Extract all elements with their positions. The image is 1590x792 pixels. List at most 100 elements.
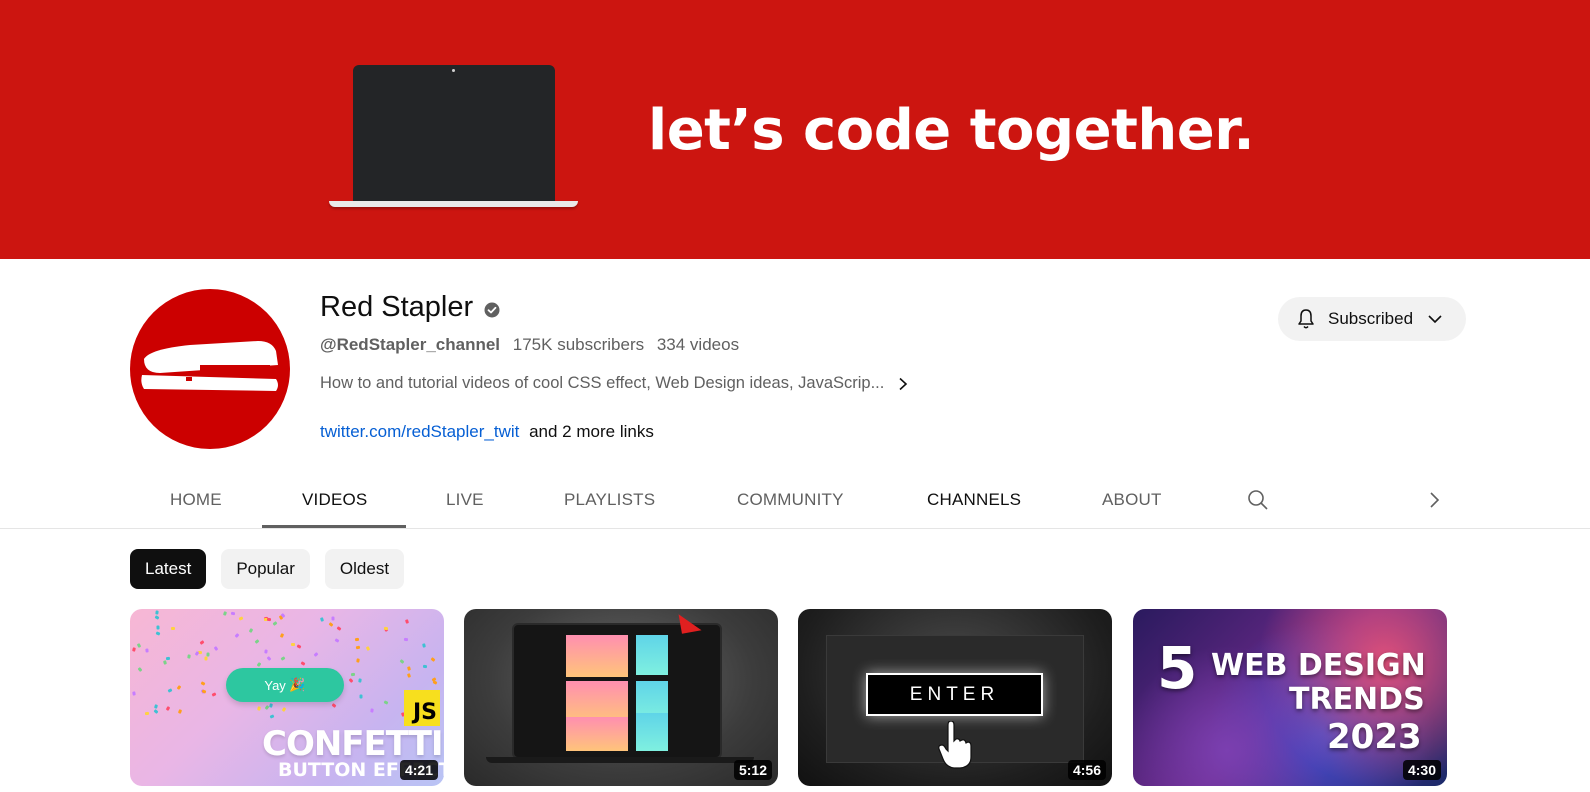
confetti-piece [355, 645, 361, 650]
chip-oldest[interactable]: Oldest [324, 549, 405, 589]
thumb-enter-button: ENTER [866, 673, 1043, 716]
channel-name: Red Stapler [320, 291, 474, 323]
confetti-piece [359, 694, 363, 699]
confetti-piece [334, 638, 340, 643]
confetti-piece [290, 642, 296, 647]
channel-description[interactable]: How to and tutorial videos of cool CSS e… [320, 374, 910, 393]
confetti-piece [132, 691, 136, 696]
laptop-base [329, 201, 578, 207]
confetti-piece [256, 662, 262, 667]
thumb-card [566, 717, 628, 751]
confetti-piece [156, 625, 160, 630]
js-logo: JS [404, 690, 440, 726]
confetti-piece [358, 678, 362, 683]
confetti-piece [404, 619, 410, 624]
active-tab-indicator [262, 525, 406, 528]
verified-icon [484, 302, 500, 318]
confetti-piece [230, 611, 236, 616]
confetti-piece [406, 673, 412, 678]
channel-link-twitter[interactable]: twitter.com/redStapler_twit [320, 422, 519, 441]
confetti-piece [348, 678, 354, 683]
chevron-right-icon[interactable] [1424, 490, 1444, 510]
confetti-piece [154, 704, 158, 709]
confetti-piece [407, 666, 411, 671]
tab-home[interactable]: HOME [170, 490, 222, 510]
confetti-piece [383, 700, 389, 705]
confetti-piece [177, 709, 183, 714]
confetti-piece [213, 646, 219, 651]
tab-live[interactable]: LIVE [446, 490, 484, 510]
video-thumbnail[interactable]: 5 WEB DESIGN TRENDS 2023 4:30 [1133, 609, 1447, 786]
chevron-right-icon[interactable] [896, 377, 910, 391]
confetti-piece [403, 637, 409, 642]
subscriber-count: 175K subscribers [512, 335, 645, 354]
confetti-piece [331, 616, 335, 621]
laptop-camera [452, 69, 455, 72]
confetti-piece [300, 661, 306, 666]
confetti-piece [238, 616, 244, 621]
confetti-piece [279, 633, 285, 638]
confetti-piece [171, 627, 175, 630]
confetti-piece [430, 657, 436, 662]
subscribed-button[interactable]: Subscribed [1278, 297, 1466, 341]
confetti-piece [269, 714, 275, 719]
video-duration: 4:30 [1402, 760, 1441, 780]
stapler-icon [141, 341, 278, 391]
tab-about[interactable]: ABOUT [1102, 490, 1162, 510]
confetti-piece [383, 626, 389, 631]
confetti-piece [199, 640, 205, 645]
confetti-piece [319, 617, 325, 622]
confetti-piece [328, 622, 334, 627]
channel-banner: let’s code together. [0, 0, 1590, 259]
thumb-laptop [512, 623, 722, 759]
thumb-card [636, 713, 668, 751]
channel-meta: @RedStapler_channel 175K subscribers 334… [320, 335, 747, 355]
thumb-card [636, 635, 668, 675]
confetti-piece [194, 651, 200, 656]
confetti-piece [204, 656, 208, 661]
confetti-piece [200, 681, 206, 686]
hand-cursor-icon [938, 721, 972, 769]
confetti-piece [234, 633, 240, 638]
confetti-piece [365, 646, 371, 651]
confetti-piece [422, 643, 426, 648]
channel-description-text[interactable]: How to and tutorial videos of cool CSS e… [320, 374, 884, 393]
confetti-piece [254, 639, 260, 644]
thumb-line-2: TRENDS [1289, 682, 1425, 717]
tab-videos[interactable]: VIDEOS [302, 490, 367, 510]
video-thumbnail[interactable]: 5:12 [464, 609, 778, 786]
confetti-piece [272, 621, 278, 626]
confetti-piece [153, 709, 159, 714]
confetti-piece [144, 711, 150, 716]
confetti-piece [155, 610, 159, 615]
confetti-piece [137, 667, 143, 672]
thumb-title: CONFETTI [262, 724, 444, 764]
chip-latest[interactable]: Latest [130, 549, 207, 589]
confetti-piece [132, 647, 136, 652]
tab-playlists[interactable]: PLAYLISTS [564, 490, 655, 510]
chevron-down-icon [1428, 315, 1442, 324]
more-links-button[interactable]: and 2 more links [529, 422, 654, 441]
confetti-piece [187, 654, 191, 659]
channel-links: twitter.com/redStapler_twit and 2 more l… [320, 422, 654, 442]
search-icon[interactable] [1246, 488, 1270, 512]
confetti-piece [154, 615, 160, 620]
thumb-card [566, 635, 628, 677]
confetti-piece [163, 660, 167, 665]
confetti-piece [155, 631, 161, 636]
bell-icon [1298, 309, 1314, 329]
channel-avatar[interactable] [130, 289, 290, 449]
thumb-yay-pill: Yay 🎉 [226, 668, 344, 702]
tab-community[interactable]: COMMUNITY [737, 490, 844, 510]
confetti-piece [356, 658, 360, 663]
video-duration: 4:21 [399, 760, 438, 780]
chip-popular[interactable]: Popular [221, 549, 310, 589]
video-count: 334 videos [656, 335, 740, 354]
video-thumbnail[interactable]: ENTER 4:56 [798, 609, 1112, 786]
confetti-piece [336, 626, 342, 631]
video-thumbnail[interactable]: Yay 🎉 JS CONFETTI BUTTON EFFECT 4:21 [130, 609, 444, 786]
confetti-piece [136, 643, 142, 648]
tab-channels[interactable]: CHANNELS [927, 490, 1021, 510]
confetti-piece [313, 652, 319, 657]
confetti-piece [370, 708, 374, 713]
